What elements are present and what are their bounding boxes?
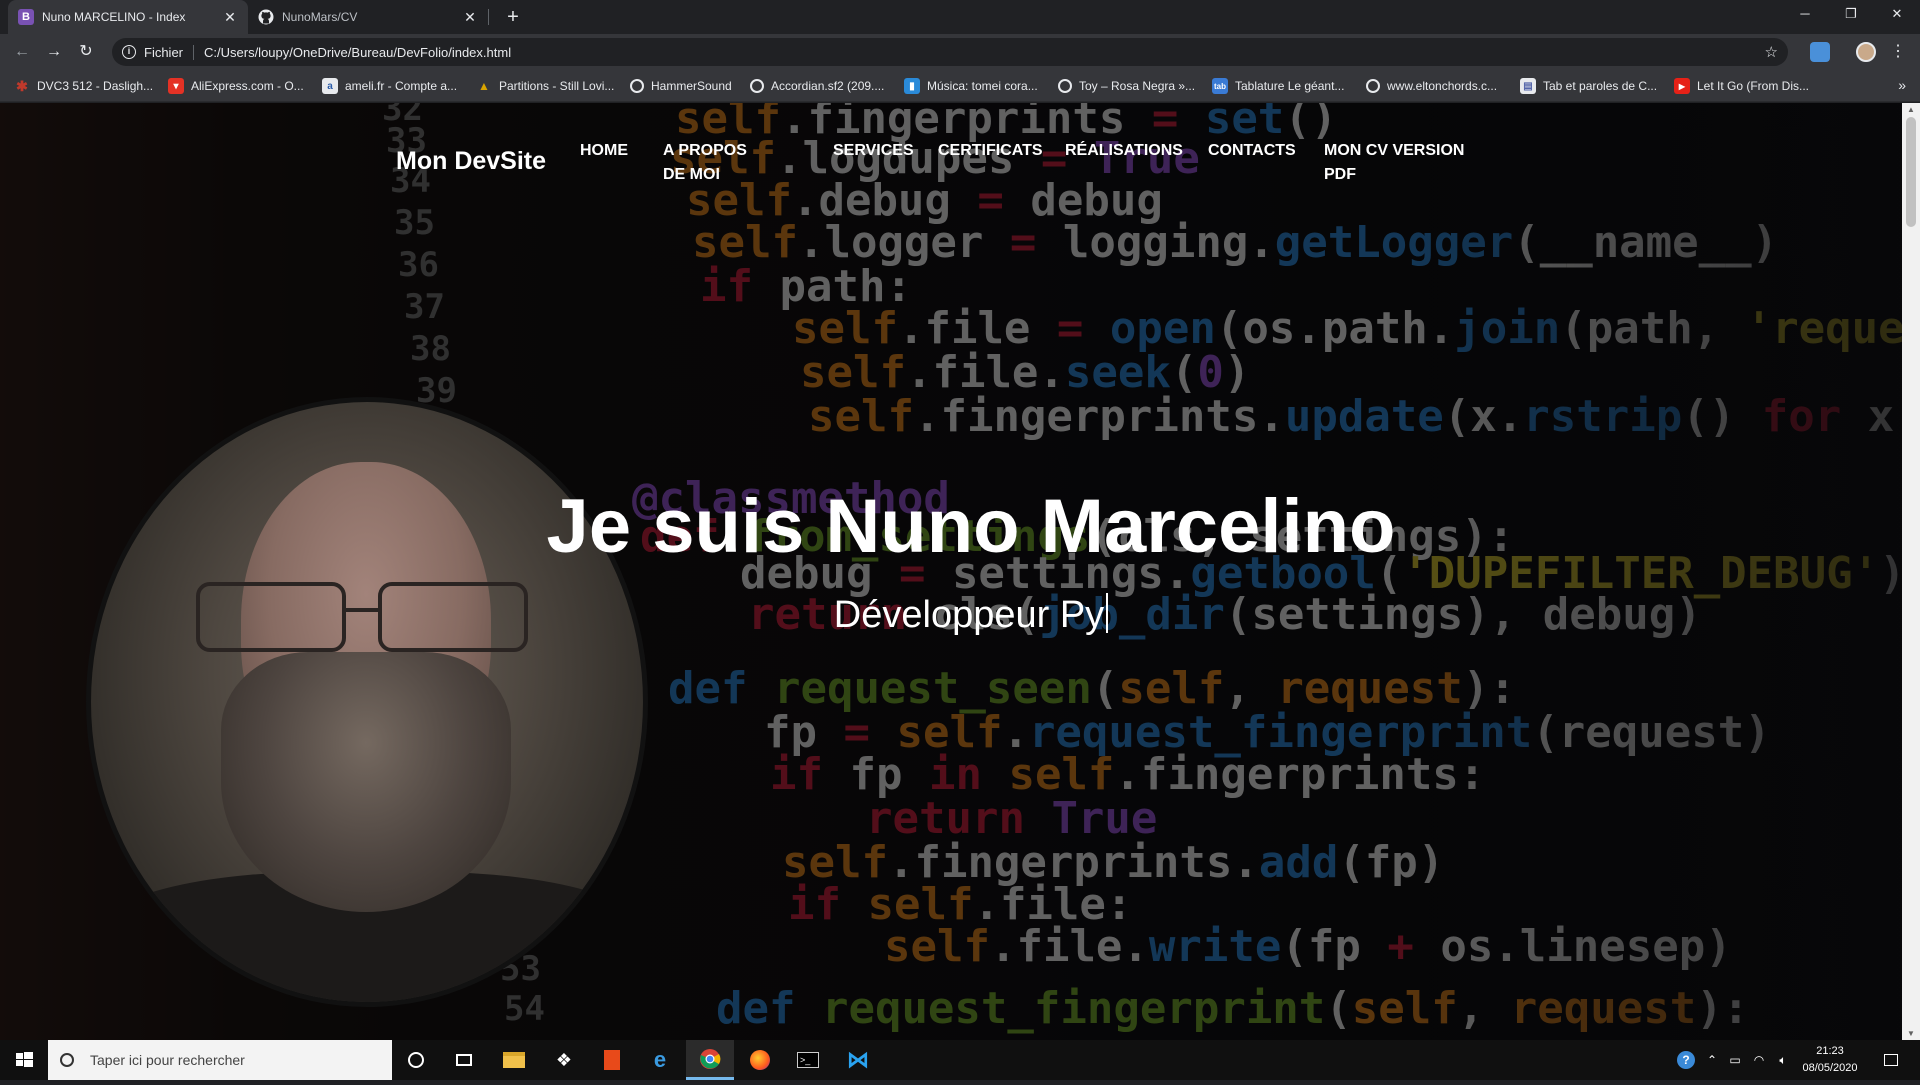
- bookmark-item[interactable]: ▤ Tab et paroles de C...: [1520, 70, 1657, 102]
- bootstrap-favicon-icon: B: [18, 9, 34, 25]
- bookmark-item[interactable]: ▾ AliExpress.com - O...: [168, 70, 304, 102]
- forward-button[interactable]: →: [42, 40, 66, 64]
- nav-certificats[interactable]: CERTIFICATS: [938, 139, 1043, 163]
- globe-icon: [1366, 79, 1380, 93]
- office-icon[interactable]: [588, 1040, 636, 1080]
- bookmark-item[interactable]: ✱ DVC3 512 - Dasligh...: [14, 70, 153, 102]
- search-placeholder: Taper ici pour rechercher: [90, 1052, 245, 1068]
- youtube-icon: ▶: [1674, 78, 1690, 94]
- task-view-icon[interactable]: [440, 1040, 488, 1080]
- bookmark-item[interactable]: Toy – Rosa Negra »...: [1058, 70, 1195, 102]
- nav-about[interactable]: A PROPOS DE MOI: [663, 139, 773, 187]
- windows-taskbar: Taper ici pour rechercher ❖ e >_ ⋈ ? ⌃ ▭…: [0, 1040, 1920, 1080]
- web-page: 32 33 34 35 36 37 38 39 53 54 self.finge…: [0, 103, 1902, 1040]
- typing-caret: [1106, 593, 1109, 633]
- chevron-up-icon[interactable]: ⌃: [1702, 1040, 1722, 1080]
- partitions-icon: ▲: [478, 79, 490, 93]
- clock-date: 08/05/2020: [1802, 1062, 1858, 1074]
- restore-button[interactable]: ❐: [1828, 0, 1874, 30]
- new-tab-button[interactable]: +: [500, 4, 526, 30]
- github-icon: [258, 9, 274, 25]
- firefox-icon[interactable]: [736, 1040, 784, 1080]
- nav-realisations[interactable]: RÉALISATIONS: [1065, 139, 1183, 163]
- menu-kebab-icon[interactable]: ⋮: [1886, 40, 1910, 64]
- nav-cv-pdf[interactable]: MON CV VERSION PDF: [1324, 139, 1474, 187]
- url-text[interactable]: C:/Users/loupy/OneDrive/Bureau/DevFolio/…: [204, 45, 511, 60]
- site-brand[interactable]: Mon DevSite: [396, 147, 546, 176]
- globe-icon: [1058, 79, 1072, 93]
- tab-separator: [488, 9, 489, 25]
- close-tab-icon[interactable]: ✕: [222, 9, 238, 26]
- hero-title: Je suis Nuno Marcelino: [546, 484, 1396, 569]
- bar-chart-icon: ▮: [904, 78, 920, 94]
- system-clock[interactable]: 21:23 08/05/2020: [1790, 1043, 1870, 1077]
- document-icon: ▤: [1520, 78, 1536, 94]
- notifications-icon[interactable]: [1876, 1040, 1906, 1080]
- hero-subtitle: Développeur Py: [0, 593, 1902, 637]
- tab-strip: B Nuno MARCELINO - Index ✕ NunoMars/CV ✕…: [0, 0, 1920, 34]
- scroll-down-arrow[interactable]: ▼: [1906, 1029, 1916, 1038]
- cortana-icon[interactable]: [392, 1040, 440, 1080]
- bookmark-item[interactable]: tab Tablature Le géant...: [1212, 70, 1344, 102]
- typed-text: Développeur Py: [833, 594, 1105, 636]
- file-explorer-icon[interactable]: [490, 1040, 538, 1080]
- bookmark-item[interactable]: ▶ Let It Go (From Dis...: [1674, 70, 1809, 102]
- vscode-icon[interactable]: ⋈: [834, 1040, 882, 1080]
- clock-time: 21:23: [1816, 1045, 1844, 1057]
- tab-github-cv[interactable]: NunoMars/CV ✕: [248, 0, 488, 34]
- dropbox-icon[interactable]: ❖: [540, 1040, 588, 1080]
- close-tab-icon[interactable]: ✕: [462, 9, 478, 26]
- search-icon: [60, 1053, 74, 1067]
- reload-button[interactable]: ↻: [74, 40, 98, 64]
- page-scrollbar[interactable]: ▲ ▼: [1902, 103, 1920, 1040]
- edge-icon[interactable]: e: [636, 1040, 684, 1080]
- extension-icon[interactable]: [1810, 42, 1830, 62]
- chrome-icon[interactable]: [686, 1040, 734, 1080]
- back-button[interactable]: ←: [10, 40, 34, 64]
- bookmark-item[interactable]: a ameli.fr - Compte a...: [322, 70, 457, 102]
- globe-icon: [750, 79, 764, 93]
- wifi-icon[interactable]: ◠: [1748, 1040, 1770, 1080]
- tab-nuno-index[interactable]: B Nuno MARCELINO - Index ✕: [8, 0, 248, 34]
- gear-bookmark-icon: ✱: [16, 77, 28, 94]
- bookmark-item[interactable]: Accordian.sf2 (209....: [750, 70, 884, 102]
- minimize-button[interactable]: ─: [1782, 0, 1828, 30]
- aliexpress-icon: ▾: [168, 78, 184, 94]
- windows-logo-icon: [16, 1052, 33, 1067]
- more-bookmarks-icon[interactable]: »: [1898, 77, 1906, 93]
- bookmarks-bar: ✱ DVC3 512 - Dasligh... ▾ AliExpress.com -…: [0, 70, 1920, 102]
- nav-contacts[interactable]: CONTACTS: [1208, 139, 1296, 163]
- nav-home[interactable]: HOME: [580, 139, 628, 163]
- bookmark-item[interactable]: ▲ Partitions - Still Lovi...: [476, 70, 614, 102]
- tablature-icon: tab: [1212, 78, 1228, 94]
- tab-title: Nuno MARCELINO - Index: [42, 10, 186, 24]
- scroll-up-arrow[interactable]: ▲: [1906, 105, 1916, 114]
- taskbar-search[interactable]: Taper ici pour rechercher: [48, 1040, 392, 1080]
- start-button[interactable]: [0, 1040, 48, 1080]
- bookmark-star-icon[interactable]: ☆: [1765, 43, 1778, 61]
- terminal-icon[interactable]: >_: [784, 1040, 832, 1080]
- bookmark-item[interactable]: ▮ Música: tomei cora...: [904, 70, 1038, 102]
- globe-icon: [630, 79, 644, 93]
- tab-title: NunoMars/CV: [282, 10, 358, 24]
- nav-services[interactable]: SERVICES: [833, 139, 914, 163]
- profile-avatar[interactable]: [1856, 42, 1876, 62]
- battery-icon[interactable]: ▭: [1724, 1040, 1746, 1080]
- help-icon[interactable]: ?: [1672, 1040, 1700, 1080]
- address-bar[interactable]: i Fichier C:/Users/loupy/OneDrive/Bureau…: [112, 38, 1788, 66]
- close-window-button[interactable]: ✕: [1874, 0, 1920, 30]
- browser-toolbar: ← → ↻ i Fichier C:/Users/loupy/OneDrive/…: [0, 34, 1920, 70]
- info-icon[interactable]: i: [122, 45, 136, 59]
- bookmark-item[interactable]: HammerSound: [630, 70, 732, 102]
- site-navbar: Mon DevSite HOME A PROPOS DE MOI SERVICE…: [0, 103, 1902, 193]
- url-scheme: Fichier: [144, 44, 195, 60]
- ameli-icon: a: [322, 78, 338, 94]
- background-fade: [1382, 103, 1902, 1040]
- scroll-thumb[interactable]: [1906, 117, 1916, 227]
- bookmark-item[interactable]: www.eltonchords.c...: [1366, 70, 1497, 102]
